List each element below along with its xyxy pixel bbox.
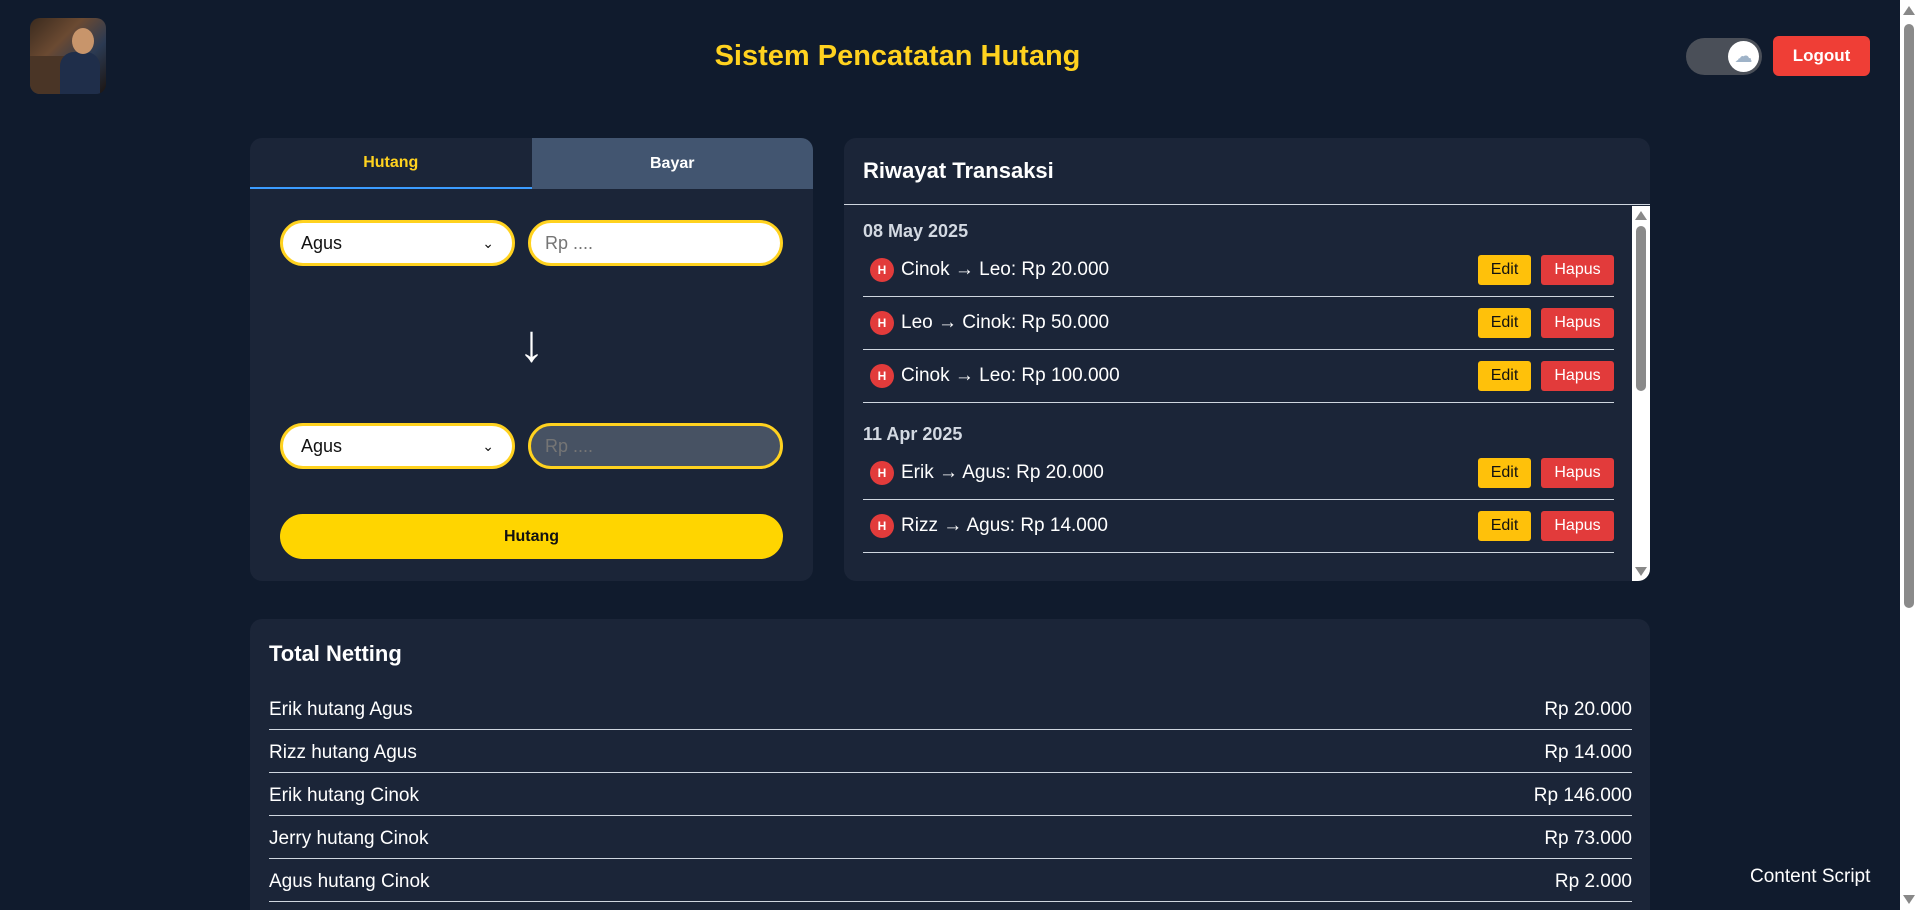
transaction-text: Erik → Agus: Rp 20.000 [901, 462, 1104, 483]
page-title: Sistem Pencatatan Hutang [714, 40, 1081, 72]
netting-amount: Rp 146.000 [1533, 785, 1632, 806]
arrow-down-icon: ↓ [518, 315, 545, 373]
transaction-row: H Rizz → Agus: Rp 14.000 Edit Hapus [863, 500, 1614, 553]
debt-form-panel: Hutang Bayar Agus ⌄ ↓ Agus ⌄ Hutang [250, 138, 813, 581]
netting-amount: Rp 20.000 [1544, 699, 1632, 720]
hutang-badge: H [870, 364, 894, 388]
edit-button[interactable]: Edit [1478, 255, 1531, 285]
tab-hutang[interactable]: Hutang [250, 138, 532, 189]
amount-input-disabled [528, 423, 783, 469]
netting-panel: Total Netting Erik hutang Agus Rp 20.000 R… [250, 619, 1650, 910]
date-group-header: 11 Apr 2025 [863, 424, 963, 444]
netting-label: Rizz hutang Agus [269, 742, 417, 763]
logout-button[interactable]: Logout [1773, 36, 1870, 76]
delete-button[interactable]: Hapus [1541, 511, 1614, 541]
netting-label: Erik hutang Agus [269, 699, 413, 720]
from-person-select[interactable]: Agus ⌄ [280, 220, 515, 266]
form-tabs: Hutang Bayar [250, 138, 813, 189]
content-script-label: Content Script [1750, 866, 1871, 887]
netting-label: Agus hutang Cinok [269, 871, 430, 892]
to-person-value: Agus [301, 435, 343, 456]
delete-button[interactable]: Hapus [1541, 458, 1614, 488]
delete-button[interactable]: Hapus [1541, 255, 1614, 285]
transaction-text: Rizz → Agus: Rp 14.000 [901, 515, 1108, 536]
netting-title: Total Netting [269, 641, 402, 666]
netting-label: Jerry hutang Cinok [269, 828, 429, 849]
transaction-row: H Cinok → Leo: Rp 20.000 Edit Hapus [863, 244, 1614, 297]
netting-row: Erik hutang Cinok Rp 146.000 [269, 773, 1632, 816]
netting-row: Rizz hutang Agus Rp 14.000 [269, 730, 1632, 773]
transaction-row: H Cinok → Leo: Rp 100.000 Edit Hapus [863, 350, 1614, 403]
edit-button[interactable]: Edit [1478, 308, 1531, 338]
netting-list: Erik hutang Agus Rp 20.000 Rizz hutang Agu… [269, 687, 1632, 902]
transaction-row: H Leo → Cinok: Rp 50.000 Edit Hapus [863, 297, 1614, 350]
transaction-text: Cinok → Leo: Rp 20.000 [901, 259, 1110, 280]
netting-row: Jerry hutang Cinok Rp 73.000 [269, 816, 1632, 859]
scroll-up-icon[interactable] [1903, 6, 1915, 15]
history-scrollbar[interactable] [1632, 206, 1650, 581]
transaction-history-panel: Riwayat Transaksi 08 May 2025 H Cinok → Le… [844, 138, 1650, 581]
transaction-text: Leo → Cinok: Rp 50.000 [901, 312, 1110, 333]
history-list[interactable]: 08 May 2025 H Cinok → Leo: Rp 20.000 Edit Ha… [863, 206, 1614, 581]
hutang-badge: H [870, 461, 894, 485]
hutang-badge: H [870, 311, 894, 335]
cloud-icon: ☁ [1728, 41, 1759, 72]
netting-amount: Rp 73.000 [1544, 828, 1632, 849]
scroll-down-icon[interactable] [1903, 895, 1915, 904]
tab-bayar[interactable]: Bayar [531, 138, 813, 189]
scroll-thumb[interactable] [1904, 24, 1914, 608]
submit-hutang-button[interactable]: Hutang [280, 514, 783, 559]
hutang-badge: H [870, 514, 894, 538]
date-group-header: 08 May 2025 [863, 221, 969, 241]
history-title: Riwayat Transaksi [863, 158, 1054, 183]
scroll-down-icon[interactable] [1635, 567, 1647, 576]
edit-button[interactable]: Edit [1478, 458, 1531, 488]
transaction-text: Cinok → Leo: Rp 100.000 [901, 365, 1120, 386]
amount-input[interactable] [528, 220, 783, 266]
page-scrollbar[interactable] [1900, 0, 1918, 910]
delete-button[interactable]: Hapus [1541, 308, 1614, 338]
scroll-up-icon[interactable] [1635, 211, 1647, 220]
scroll-thumb[interactable] [1636, 226, 1646, 391]
edit-button[interactable]: Edit [1478, 511, 1531, 541]
from-person-value: Agus [301, 232, 343, 253]
divider [844, 204, 1650, 205]
chevron-down-icon: ⌄ [482, 234, 494, 251]
edit-button[interactable]: Edit [1478, 361, 1531, 391]
transaction-row: H Erik → Agus: Rp 20.000 Edit Hapus [863, 447, 1614, 500]
chevron-down-icon: ⌄ [482, 437, 494, 454]
netting-row: Agus hutang Cinok Rp 2.000 [269, 859, 1632, 902]
netting-amount: Rp 14.000 [1544, 742, 1632, 763]
netting-label: Erik hutang Cinok [269, 785, 419, 806]
netting-amount: Rp 2.000 [1554, 871, 1632, 892]
hutang-badge: H [870, 258, 894, 282]
to-person-select[interactable]: Agus ⌄ [280, 423, 515, 469]
theme-toggle[interactable]: ☁ [1686, 38, 1762, 75]
netting-row: Erik hutang Agus Rp 20.000 [269, 687, 1632, 730]
delete-button[interactable]: Hapus [1541, 361, 1614, 391]
